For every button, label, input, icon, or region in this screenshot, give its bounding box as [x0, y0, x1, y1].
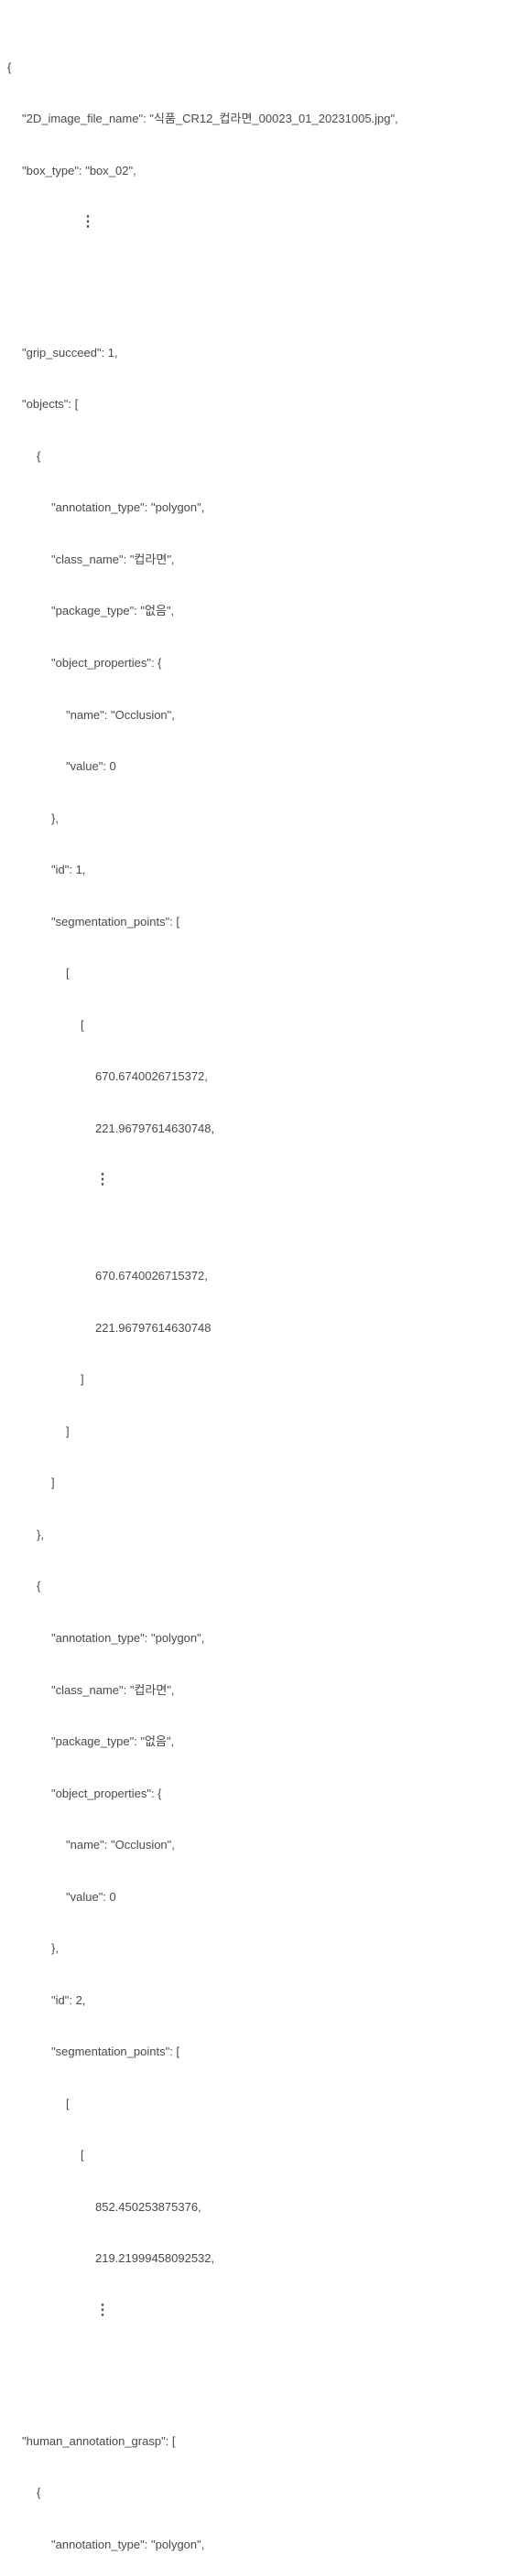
json-text: 221.96797614630748, — [95, 1121, 214, 1138]
json-line: { — [7, 59, 514, 77]
json-text: "annotation_type": "polygon", — [51, 1630, 204, 1648]
json-line: "name": "Occlusion", — [7, 1837, 514, 1854]
json-line: ] — [7, 1371, 514, 1389]
json-line: 670.6740026715372, — [7, 1268, 514, 1285]
vertical-ellipsis-icon: ⋮ — [95, 2302, 110, 2319]
json-text: "human_annotation_grasp": [ — [22, 2433, 176, 2451]
json-line: [ — [7, 1017, 514, 1035]
ellipsis-line: ⋮ — [7, 1172, 514, 1188]
json-line: 852.450253875376, — [7, 2199, 514, 2216]
vertical-ellipsis-icon: ⋮ — [81, 214, 95, 231]
spacer — [7, 1223, 514, 1234]
json-line: "annotation_type": "polygon", — [7, 2537, 514, 2554]
json-text: "object_properties": { — [51, 655, 162, 672]
json-line: }, — [7, 1527, 514, 1544]
json-line: "name": "Occlusion", — [7, 707, 514, 724]
json-line: "objects": [ — [7, 396, 514, 413]
json-line: ] — [7, 1475, 514, 1492]
json-text: "segmentation_points": [ — [51, 914, 179, 931]
json-text: "id": 1, — [51, 862, 85, 879]
json-text: ] — [51, 1475, 55, 1492]
json-line: "value": 0 — [7, 758, 514, 776]
json-line: [ — [7, 2147, 514, 2164]
json-text: "id": 2, — [51, 1992, 85, 2010]
json-line: { — [7, 2485, 514, 2502]
spacer — [7, 2370, 514, 2381]
json-text: "value": 0 — [66, 758, 116, 776]
json-text: }, — [51, 1940, 59, 1958]
json-text: "grip_succeed": 1, — [22, 345, 118, 362]
json-text: "class_name": "컵라면", — [51, 1682, 175, 1700]
json-line: 221.96797614630748, — [7, 1121, 514, 1138]
json-text: "object_properties": { — [51, 1786, 162, 1803]
json-line: "object_properties": { — [7, 655, 514, 672]
json-text: "name": "Occlusion", — [66, 1837, 175, 1854]
json-text: ] — [81, 1371, 84, 1389]
json-line: { — [7, 448, 514, 466]
json-text: "objects": [ — [22, 396, 78, 413]
json-line: "value": 0 — [7, 1889, 514, 1906]
json-line: "annotation_type": "polygon", — [7, 499, 514, 517]
json-line: 219.21999458092532, — [7, 2250, 514, 2268]
json-text: ] — [66, 1423, 70, 1441]
json-text: "annotation_type": "polygon", — [51, 499, 204, 517]
json-text: 670.6740026715372, — [95, 1068, 208, 1086]
json-text: "package_type": "없음", — [51, 603, 174, 620]
json-line: "human_annotation_grasp": [ — [7, 2433, 514, 2451]
vertical-ellipsis-icon: ⋮ — [95, 1172, 110, 1188]
json-line: "id": 2, — [7, 1992, 514, 2010]
spacer — [7, 282, 514, 293]
json-line: }, — [7, 1940, 514, 1958]
json-text: "package_type": "없음", — [51, 1733, 174, 1751]
json-line: "class_name": "컵라면", — [7, 1682, 514, 1700]
json-line: "segmentation_points": [ — [7, 914, 514, 931]
json-line: "grip_succeed": 1, — [7, 345, 514, 362]
json-line: }, — [7, 810, 514, 828]
json-line: 670.6740026715372, — [7, 1068, 514, 1086]
json-text: { — [7, 59, 11, 77]
json-text: [ — [66, 965, 70, 982]
json-text: "name": "Occlusion", — [66, 707, 175, 724]
json-text: { — [37, 2485, 40, 2502]
json-text: 852.450253875376, — [95, 2199, 201, 2216]
json-text: [ — [81, 1017, 84, 1035]
json-text: { — [37, 1578, 40, 1595]
ellipsis-line: ⋮ — [7, 214, 514, 231]
json-text: { — [37, 448, 40, 466]
json-text: "annotation_type": "polygon", — [51, 2537, 204, 2554]
json-text: "2D_image_file_name": "식품_CR12_컵라면_00023… — [22, 111, 398, 128]
json-text: 221.96797614630748 — [95, 1320, 212, 1337]
json-text: }, — [37, 1527, 44, 1544]
json-line: "package_type": "없음", — [7, 1733, 514, 1751]
ellipsis-line: ⋮ — [7, 2302, 514, 2319]
json-text: "segmentation_points": [ — [51, 2044, 179, 2061]
json-text: [ — [81, 2147, 84, 2164]
json-line: "object_properties": { — [7, 1786, 514, 1803]
json-line: [ — [7, 965, 514, 982]
json-line: [ — [7, 2096, 514, 2113]
json-text: "box_type": "box_02", — [22, 163, 136, 180]
json-line: "2D_image_file_name": "식품_CR12_컵라면_00023… — [7, 111, 514, 128]
json-line: ] — [7, 1423, 514, 1441]
json-text: 219.21999458092532, — [95, 2250, 214, 2268]
json-document: { "2D_image_file_name": "식품_CR12_컵라면_000… — [0, 0, 521, 2576]
json-text: "class_name": "컵라면", — [51, 552, 175, 569]
json-line: "package_type": "없음", — [7, 603, 514, 620]
json-text: [ — [66, 2096, 70, 2113]
json-text: "value": 0 — [66, 1889, 116, 1906]
json-line: "segmentation_points": [ — [7, 2044, 514, 2061]
json-line: 221.96797614630748 — [7, 1320, 514, 1337]
json-text: }, — [51, 810, 59, 828]
json-line: "id": 1, — [7, 862, 514, 879]
json-line: "box_type": "box_02", — [7, 163, 514, 180]
json-line: "class_name": "컵라면", — [7, 552, 514, 569]
json-line: "annotation_type": "polygon", — [7, 1630, 514, 1648]
json-text: 670.6740026715372, — [95, 1268, 208, 1285]
json-line: { — [7, 1578, 514, 1595]
